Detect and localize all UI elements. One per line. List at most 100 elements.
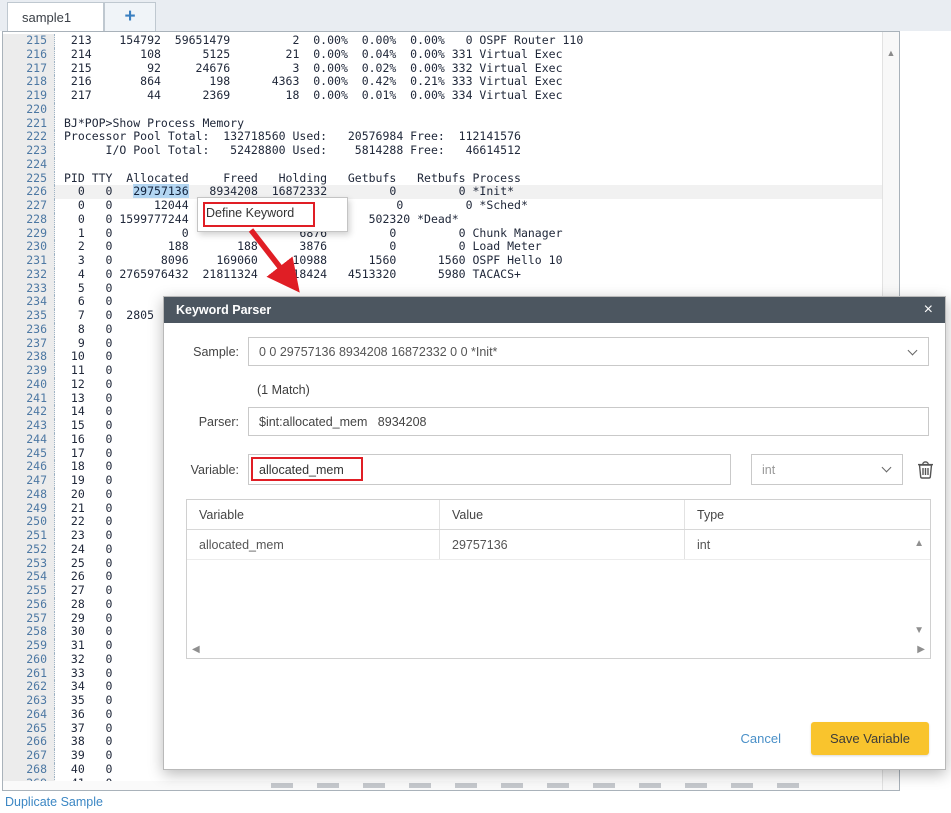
line-number: 242 — [3, 405, 55, 419]
trash-icon[interactable] — [917, 460, 934, 479]
line-text: 2 0 188 188 3876 0 0 Load Meter — [55, 240, 882, 254]
editor-line[interactable]: 228 0 0 1599777244 98828248 502320 *Dead… — [3, 213, 882, 227]
tab-sample1[interactable]: sample1 — [7, 2, 104, 31]
line-number: 236 — [3, 323, 55, 337]
chevron-down-icon — [882, 463, 892, 473]
parser-label: Parser: — [164, 415, 248, 429]
line-text: Processor Pool Total: 132718560 Used: 20… — [55, 130, 882, 144]
line-number: 225 — [3, 172, 55, 186]
variable-label: Variable: — [164, 463, 248, 477]
line-number: 253 — [3, 557, 55, 571]
table-cell: allocated_mem — [187, 530, 440, 559]
line-number: 237 — [3, 337, 55, 351]
line-number: 223 — [3, 144, 55, 158]
annotation-box-define-keyword — [203, 202, 315, 227]
line-number: 254 — [3, 570, 55, 584]
editor-line[interactable]: 218 216 864 198 4363 0.00% 0.42% 0.21% 3… — [3, 75, 882, 89]
sample-select[interactable]: 0 0 29757136 8934208 16872332 0 0 *Init* — [248, 337, 929, 366]
dialog-header: Keyword Parser × — [164, 297, 945, 323]
editor-line[interactable]: 226 0 0 29757136 8934208 16872332 0 0 *I… — [3, 185, 882, 199]
editor-line[interactable]: 215 213 154792 59651479 2 0.00% 0.00% 0.… — [3, 34, 882, 48]
line-number: 246 — [3, 460, 55, 474]
line-number: 228 — [3, 213, 55, 227]
line-text: 213 154792 59651479 2 0.00% 0.00% 0.00% … — [55, 34, 882, 48]
line-text — [55, 103, 882, 117]
table-scroll-up-icon[interactable]: ▲ — [914, 538, 924, 549]
table-scroll-right-icon[interactable]: ▶ — [917, 644, 925, 655]
editor-line[interactable]: 224 — [3, 158, 882, 172]
editor-line[interactable]: 223 I/O Pool Total: 52428800 Used: 58142… — [3, 144, 882, 158]
editor-line[interactable]: 221BJ*POP>Show Process Memory — [3, 117, 882, 131]
editor-line[interactable]: 232 4 0 2765976432 21811324 18424 451332… — [3, 268, 882, 282]
parser-input[interactable]: $int:allocated_mem 8934208 — [248, 407, 929, 436]
line-text: BJ*POP>Show Process Memory — [55, 117, 882, 131]
editor-line[interactable]: 233 5 0 — [3, 282, 882, 296]
table-body: allocated_mem29757136int — [187, 530, 930, 560]
editor-line[interactable]: 225PID TTY Allocated Freed Holding Getbu… — [3, 172, 882, 186]
keyword-parser-dialog: Keyword Parser × Sample: 0 0 29757136 89… — [163, 296, 946, 770]
table-scroll-left-icon[interactable]: ◀ — [192, 644, 200, 655]
annotation-arrow — [235, 226, 325, 302]
line-number: 238 — [3, 350, 55, 364]
scroll-up-icon[interactable]: ▲ — [883, 48, 899, 58]
line-text: 1 0 0 6876 0 0 Chunk Manager — [55, 227, 882, 241]
line-number: 240 — [3, 378, 55, 392]
table-header-cell: Variable — [187, 500, 440, 529]
editor-line[interactable]: 216 214 108 5125 21 0.00% 0.04% 0.00% 33… — [3, 48, 882, 62]
variables-table: VariableValueType allocated_mem29757136i… — [186, 499, 931, 659]
editor-line[interactable]: 230 2 0 188 188 3876 0 0 Load Meter — [3, 240, 882, 254]
editor-line[interactable]: 222Processor Pool Total: 132718560 Used:… — [3, 130, 882, 144]
line-number: 256 — [3, 598, 55, 612]
editor-line[interactable]: 229 1 0 0 6876 0 0 Chunk Manager — [3, 227, 882, 241]
line-text: I/O Pool Total: 52428800 Used: 5814288 F… — [55, 144, 882, 158]
close-icon[interactable]: × — [924, 302, 933, 318]
editor-line[interactable]: 231 3 0 8096 169060 10988 1560 1560 OSPF… — [3, 254, 882, 268]
cancel-button[interactable]: Cancel — [741, 731, 781, 746]
table-cell: 29757136 — [440, 530, 685, 559]
line-text: 5 0 — [55, 282, 882, 296]
line-number: 230 — [3, 240, 55, 254]
line-number: 224 — [3, 158, 55, 172]
line-number: 247 — [3, 474, 55, 488]
sample-label: Sample: — [164, 345, 248, 359]
editor-line[interactable]: 219 217 44 2369 18 0.00% 0.01% 0.00% 334… — [3, 89, 882, 103]
table-header-cell: Type — [685, 500, 930, 529]
line-number: 245 — [3, 447, 55, 461]
table-cell: int — [685, 530, 930, 559]
line-number: 233 — [3, 282, 55, 296]
editor-line[interactable]: 217 215 92 24676 3 0.00% 0.02% 0.00% 332… — [3, 62, 882, 76]
line-number: 252 — [3, 543, 55, 557]
line-number: 226 — [3, 185, 55, 199]
table-row[interactable]: allocated_mem29757136int — [187, 530, 930, 560]
line-text: 4 0 2765976432 21811324 18424 4513320 59… — [55, 268, 882, 282]
line-number: 217 — [3, 62, 55, 76]
line-text: 217 44 2369 18 0.00% 0.01% 0.00% 334 Vir… — [55, 89, 882, 103]
line-text: 214 108 5125 21 0.00% 0.04% 0.00% 331 Vi… — [55, 48, 882, 62]
line-number: 241 — [3, 392, 55, 406]
line-number: 239 — [3, 364, 55, 378]
type-select-value: int — [762, 463, 775, 477]
table-header-row: VariableValueType — [187, 500, 930, 530]
line-number: 222 — [3, 130, 55, 144]
line-number: 215 — [3, 34, 55, 48]
table-scroll-down-icon[interactable]: ▼ — [914, 625, 924, 636]
save-variable-button[interactable]: Save Variable — [811, 722, 929, 755]
selected-token[interactable]: 29757136 — [133, 184, 188, 198]
horizontal-scrollbar-thumb[interactable] — [271, 783, 823, 788]
line-number: 248 — [3, 488, 55, 502]
duplicate-sample-link[interactable]: Duplicate Sample — [5, 795, 103, 809]
line-number: 251 — [3, 529, 55, 543]
editor-line[interactable]: 227 0 0 12044 0 0 *Sched* — [3, 199, 882, 213]
editor-line[interactable]: 220 — [3, 103, 882, 117]
line-text: 3 0 8096 169060 10988 1560 1560 OSPF Hel… — [55, 254, 882, 268]
line-number: 264 — [3, 708, 55, 722]
type-select[interactable]: int — [751, 454, 903, 485]
add-tab-button[interactable]: + — [104, 2, 156, 31]
variable-input[interactable]: allocated_mem — [248, 454, 731, 485]
line-number: 260 — [3, 653, 55, 667]
line-number: 234 — [3, 295, 55, 309]
line-text: 216 864 198 4363 0.00% 0.42% 0.21% 333 V… — [55, 75, 882, 89]
chevron-down-icon — [908, 346, 918, 356]
line-number: 220 — [3, 103, 55, 117]
horizontal-scrollbar[interactable] — [3, 781, 882, 790]
